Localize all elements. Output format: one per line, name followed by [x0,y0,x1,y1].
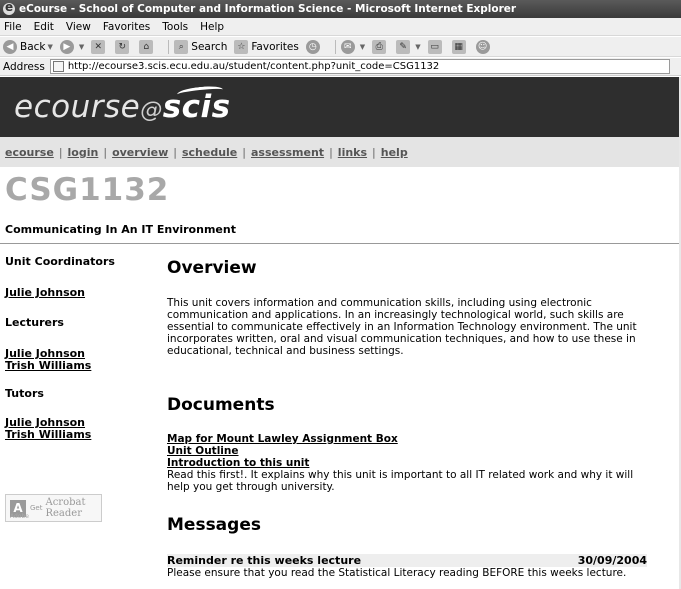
favorites-button[interactable]: ☆ Favorites [234,39,299,54]
menu-help[interactable]: Help [200,21,224,33]
nav-overview[interactable]: overview [112,146,168,159]
favorites-label: Favorites [251,40,299,53]
home-icon: ⌂ [139,39,154,54]
mail-icon: ✉ [340,39,355,54]
menu-favorites[interactable]: Favorites [103,21,150,33]
mail-button[interactable]: ✉ ▼ [340,39,365,54]
discuss-icon: ▭ [427,39,442,54]
stop-icon: ✕ [91,39,106,54]
research-icon: ▦ [451,39,466,54]
messages-heading: Messages [167,515,261,535]
doc-link-map[interactable]: Map for Mount Lawley Assignment Box [167,433,655,445]
nav-ecourse[interactable]: ecourse [5,146,54,159]
overview-text: This unit covers information and communi… [167,297,637,357]
window-title-bar[interactable]: eCourse - School of Computer and Informa… [0,0,681,18]
unit-code: CSG1132 [5,172,170,208]
message-date: 30/09/2004 [577,554,647,567]
lecturers-heading: Lecturers [5,316,64,329]
search-label: Search [191,40,228,53]
nav-assessment[interactable]: assessment [251,146,324,159]
page-icon [52,61,64,72]
back-label: Back [20,40,46,53]
history-icon: ◷ [305,39,320,54]
nav-separator: | [242,145,246,159]
address-url: http://ecourse3.scis.ecu.edu.au/student/… [67,61,440,72]
overview-heading: Overview [167,258,257,278]
refresh-button[interactable]: ↻ [115,39,132,54]
back-button[interactable]: ◀ Back ▼ [3,39,53,54]
doc-link-unit-outline[interactable]: Unit Outline [167,445,655,457]
nav-separator: | [173,145,177,159]
star-icon: ☆ [234,39,249,54]
staff-sidebar: Unit Coordinators Julie Johnson Lecturer… [5,255,155,441]
nav-separator: | [329,145,333,159]
nav-links[interactable]: links [338,146,367,159]
documents-list: Map for Mount Lawley Assignment Box Unit… [167,433,655,493]
nav-separator: | [372,145,376,159]
back-dropdown-icon[interactable]: ▼ [48,43,53,51]
nav-separator: | [58,145,63,159]
get-acrobat-reader-badge[interactable]: A Get Acrobat Reader Adobe [5,494,102,522]
search-button[interactable]: ⌕ Search [174,39,228,54]
menu-view[interactable]: View [66,21,91,33]
documents-heading: Documents [167,395,275,415]
address-label: Address [3,60,45,73]
home-button[interactable]: ⌂ [139,39,156,54]
print-icon: ⎙ [372,39,387,54]
window-title: eCourse - School of Computer and Informa… [19,3,517,15]
toolbar: ◀ Back ▼ ▶ ▼ ✕ ↻ ⌂ ⌕ Search ☆ Favorites … [0,37,681,57]
messenger-icon: ☺ [475,39,490,54]
unit-name: Communicating In An IT Environment [5,223,236,236]
ie-icon [3,0,15,15]
edit-button[interactable]: ✎ ▼ [396,39,421,54]
stop-button[interactable]: ✕ [91,39,108,54]
nav-schedule[interactable]: schedule [182,146,237,159]
nav-separator: | [103,145,108,159]
message-header: Reminder re this weeks lecture 30/09/200… [167,554,647,567]
history-button[interactable]: ◷ [305,39,323,54]
coordinators-heading: Unit Coordinators [5,255,115,268]
address-bar: Address http://ecourse3.scis.ecu.edu.au/… [0,58,681,76]
back-arrow-icon: ◀ [3,39,17,54]
edit-dropdown-icon[interactable]: ▼ [415,43,420,51]
doc-note: Read this first!. It explains why this u… [167,469,634,493]
divider [0,243,681,244]
logo-ecourse: ecourse [14,89,141,125]
forward-button[interactable]: ▶ ▼ [59,39,84,54]
menu-edit[interactable]: Edit [34,21,54,33]
tutors-heading: Tutors [5,387,44,400]
nav-login[interactable]: login [68,146,99,159]
reader-line1: Acrobat [45,497,86,508]
refresh-icon: ↻ [115,39,130,54]
message-title: Reminder re this weeks lecture [167,554,362,567]
tutor-link[interactable]: Trish Williams [5,429,155,441]
logo-at: @ [140,98,163,123]
menu-tools[interactable]: Tools [162,21,188,33]
search-icon: ⌕ [174,39,189,54]
discuss-button[interactable]: ▭ [427,39,445,54]
reader-line2: Reader [45,508,82,519]
forward-dropdown-icon[interactable]: ▼ [79,43,84,51]
messenger-button[interactable]: ☺ [475,39,493,54]
nav-help[interactable]: help [381,146,408,159]
site-banner: ecourse@scis [0,77,681,137]
toolbar-separator [168,39,170,54]
mail-dropdown-icon[interactable]: ▼ [360,43,365,51]
reader-get-text: Get [30,504,43,512]
coordinator-link[interactable]: Julie Johnson [5,287,155,299]
forward-arrow-icon: ▶ [59,39,74,54]
menu-file[interactable]: File [4,21,22,33]
research-button[interactable]: ▦ [451,39,469,54]
adobe-brand: Adobe [10,513,29,520]
menu-bar: File Edit View Favorites Tools Help [0,18,681,36]
edit-icon: ✎ [396,39,411,54]
doc-link-introduction[interactable]: Introduction to this unit [167,457,655,469]
lecturer-link[interactable]: Trish Williams [5,360,155,372]
toolbar-separator [334,39,336,54]
print-button[interactable]: ⎙ [372,39,389,54]
reader-text: Acrobat Reader [45,497,85,519]
address-input[interactable]: http://ecourse3.scis.ecu.edu.au/student/… [49,59,670,74]
site-nav: ecourse | login | overview | schedule | … [0,137,681,167]
message-body: Please ensure that you read the Statisti… [167,567,627,579]
